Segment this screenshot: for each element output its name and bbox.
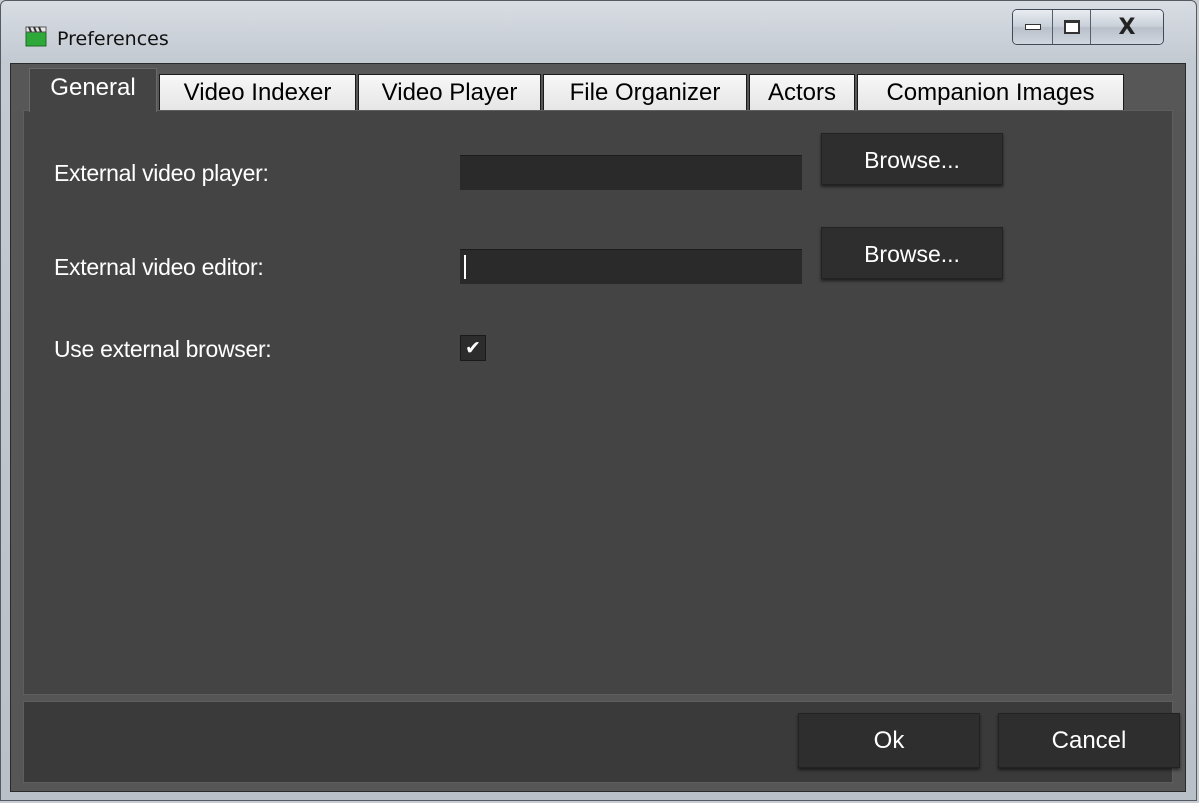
tab-bar: General Video Indexer Video Player File … (11, 64, 1185, 112)
text-caret (464, 255, 466, 279)
use-external-browser-checkbox[interactable]: ✔ (460, 335, 486, 361)
maximize-icon (1063, 20, 1080, 34)
preferences-window: Preferences X General Video Indexer Vide… (0, 0, 1197, 801)
external-video-editor-field[interactable] (460, 249, 802, 284)
close-button[interactable]: X (1091, 10, 1163, 44)
dialog-footer: Ok Cancel (23, 701, 1180, 783)
window-controls: X (1012, 9, 1164, 45)
external-video-player-field[interactable] (460, 155, 802, 190)
maximize-button[interactable] (1053, 10, 1091, 44)
check-icon: ✔ (465, 337, 481, 359)
title-bar[interactable]: Preferences X (1, 1, 1196, 63)
tab-companion-images[interactable]: Companion Images (857, 74, 1124, 110)
external-video-editor-label: External video editor: (54, 254, 264, 280)
minimize-icon (1024, 24, 1041, 30)
minimize-button[interactable] (1013, 10, 1053, 44)
tab-video-indexer[interactable]: Video Indexer (159, 74, 356, 110)
app-clapperboard-icon (25, 26, 47, 47)
tab-general[interactable]: General (29, 68, 157, 112)
tab-video-player[interactable]: Video Player (358, 74, 541, 110)
window-title: Preferences (57, 28, 169, 50)
close-icon: X (1118, 14, 1136, 40)
browse-editor-button[interactable]: Browse... (821, 227, 1003, 279)
tab-file-organizer[interactable]: File Organizer (543, 74, 747, 110)
tab-actors[interactable]: Actors (749, 74, 855, 110)
browse-player-button[interactable]: Browse... (821, 133, 1003, 185)
ok-button[interactable]: Ok (798, 713, 980, 768)
use-external-browser-label: Use external browser: (54, 336, 272, 362)
external-video-player-label: External video player: (54, 160, 269, 186)
cancel-button[interactable]: Cancel (998, 713, 1180, 768)
general-settings-panel: External video player: Browse... Externa… (23, 110, 1173, 695)
dialog-client-area: General Video Indexer Video Player File … (10, 63, 1186, 792)
